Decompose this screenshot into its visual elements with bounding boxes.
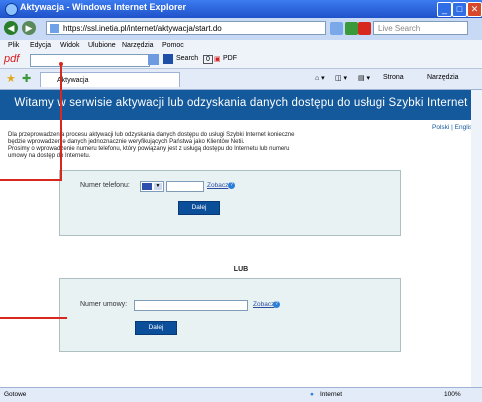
back-icon[interactable]: ◀ — [4, 21, 18, 35]
language-switch: Polski | English — [432, 124, 476, 131]
window-title: Aktywacja - Windows Internet Explorer — [20, 2, 186, 12]
contract-input[interactable] — [134, 300, 248, 311]
contract-label: Numer umowy: — [80, 301, 128, 308]
pdf-icon[interactable]: ▣ — [214, 55, 221, 63]
menu-bar: Plik Edycja Widok Ulubione Narzędzia Pom… — [0, 40, 482, 52]
address-bar: ◀ ▶ https://ssl.inetia.pl/internet/aktyw… — [0, 18, 482, 40]
print-icon[interactable]: ▤ ▾ — [358, 74, 370, 82]
page-title: Witamy w serwisie aktywacji lub odzyskan… — [14, 97, 468, 109]
zobacz-link[interactable]: Zobacz — [207, 182, 228, 189]
or-separator: LUB — [233, 266, 249, 273]
minimize-button[interactable]: _ — [437, 2, 452, 17]
menu-ulubione[interactable]: Ulubione — [88, 42, 116, 49]
menu-narzedzia[interactable]: Narzędzia — [122, 42, 154, 49]
intro-line: będzie wprowadzenie danych jednoznacznie… — [8, 139, 245, 145]
home-icon[interactable]: ⌂ ▾ — [315, 74, 325, 82]
lang-pl-link[interactable]: Polski — [432, 124, 449, 131]
help-icon[interactable]: ? — [273, 301, 280, 308]
narzedzia-menu[interactable]: Narzędzia — [427, 74, 459, 81]
dalej-button[interactable]: Dalej — [178, 201, 220, 215]
forward-icon[interactable]: ▶ — [22, 21, 36, 35]
menu-plik[interactable]: Plik — [8, 42, 19, 49]
menu-widok[interactable]: Widok — [60, 42, 79, 49]
ie-window: Aktywacja - Windows Internet Explorer _ … — [0, 0, 482, 402]
feeds-icon[interactable]: ◫ ▾ — [335, 74, 347, 82]
title-bar: Aktywacja - Windows Internet Explorer _ … — [0, 0, 482, 18]
stop-icon[interactable] — [358, 22, 371, 35]
status-bar: Gotowe ● Internet 100% — [0, 387, 482, 402]
dalej-button[interactable]: Dalej — [135, 321, 177, 335]
zobacz-link[interactable]: Zobacz — [253, 301, 274, 308]
url-input[interactable]: https://ssl.inetia.pl/internet/aktywacja… — [46, 21, 326, 35]
contract-panel: Numer umowy: Zobacz ? Dalej — [59, 278, 401, 352]
pdf-label[interactable]: PDF — [223, 55, 237, 62]
add-favorites-icon[interactable]: ✚ — [22, 72, 31, 85]
phone-panel: Numer telefonu: ▼ Zobacz ? Dalej — [59, 170, 401, 236]
annotation-line — [60, 64, 62, 181]
pdf-search-field[interactable] — [30, 54, 150, 67]
intro-line: Dla przeprowadzenia procesu aktywacji lu… — [8, 132, 295, 138]
pdf-search-label[interactable]: Search — [176, 55, 198, 62]
search-input[interactable]: Live Search — [373, 21, 468, 35]
search-arrow-icon[interactable] — [163, 54, 173, 64]
ssl-lock-icon[interactable] — [330, 22, 343, 35]
chevron-down-icon: ▼ — [154, 183, 162, 190]
favorites-bar: ★ ✚ Aktywacja ⌂ ▾ ◫ ▾ ▤ ▾ Strona Narzędz… — [0, 69, 482, 90]
annotation-line — [0, 317, 67, 319]
page-banner: Witamy w serwisie aktywacji lub odzyskan… — [0, 90, 482, 120]
zoom-level[interactable]: 100% — [444, 391, 461, 398]
intro-line: umowy na dostęp do Internetu. — [8, 153, 91, 159]
phone-label: Numer telefonu: — [80, 182, 130, 189]
page-content: Witamy w serwisie aktywacji lub odzyskan… — [0, 90, 482, 387]
strona-menu[interactable]: Strona — [383, 74, 404, 81]
annotation-line — [0, 179, 60, 181]
globe-icon: ● — [310, 391, 314, 398]
pdf-brand: pdf — [4, 53, 20, 65]
annotation-dot — [59, 62, 63, 66]
flag-icon — [142, 183, 152, 190]
ie-icon — [5, 3, 18, 16]
refresh-icon[interactable] — [345, 22, 358, 35]
page-icon — [50, 24, 59, 33]
phone-input[interactable] — [166, 181, 204, 192]
close-button[interactable]: ✕ — [467, 2, 482, 17]
country-select[interactable]: ▼ — [140, 181, 164, 192]
url-text: https://ssl.inetia.pl/internet/aktywacja… — [63, 24, 222, 33]
dropdown-icon[interactable] — [148, 54, 159, 65]
menu-pomoc[interactable]: Pomoc — [162, 42, 184, 49]
vertical-scrollbar[interactable] — [471, 90, 482, 387]
zone-label: Internet — [320, 391, 343, 398]
pdf-count: 0 — [203, 55, 213, 64]
status-text: Gotowe — [4, 391, 27, 398]
favorites-star-icon[interactable]: ★ — [6, 72, 16, 85]
help-icon[interactable]: ? — [228, 182, 235, 189]
intro-text: Dla przeprowadzenia procesu aktywacji lu… — [8, 132, 428, 160]
menu-edycja[interactable]: Edycja — [30, 42, 51, 49]
maximize-button[interactable]: □ — [452, 2, 467, 17]
pdf-toolbar: pdf Search 0 ▣ PDF — [0, 52, 482, 69]
intro-line: Prosimy o wprowadzenie numeru telefonu, … — [8, 146, 290, 152]
